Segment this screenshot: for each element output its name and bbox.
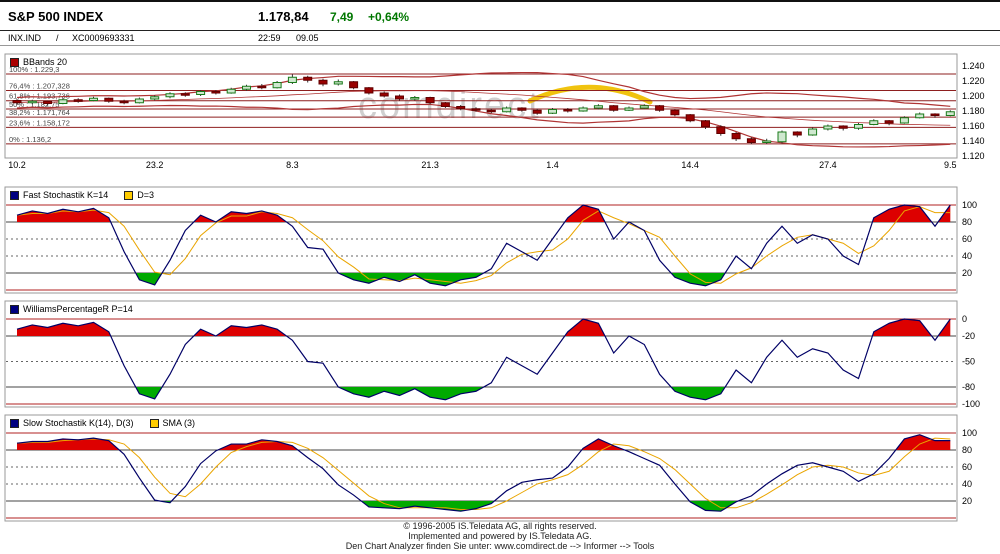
copyright-footer: © 1996-2005 IS.Teledata AG, all rights r…: [0, 521, 1000, 551]
slow-sma-swatch-icon: [150, 419, 159, 428]
fast-stochastic-chart: 100 80 60 40 20: [0, 185, 1000, 297]
williams-percent-r-chart: 0 -20 -50 -80 -100: [0, 299, 1000, 411]
instrument-symbol: INX.IND: [8, 33, 41, 43]
slow-k-legend-label: Slow Stochastik K(14), D(3): [23, 418, 134, 428]
svg-text:100: 100: [962, 200, 977, 210]
fast-k-swatch-icon: [10, 191, 19, 200]
fast-d-legend-label: D=3: [137, 190, 154, 200]
svg-text:40: 40: [962, 479, 972, 489]
bbands-legend: BBands 20: [10, 57, 67, 67]
svg-text:1.160: 1.160: [962, 121, 985, 131]
footer-line-3: Den Chart Analyzer finden Sie unter: www…: [0, 541, 1000, 551]
svg-text:1.220: 1.220: [962, 76, 985, 86]
svg-text:40: 40: [962, 251, 972, 261]
svg-text:1.140: 1.140: [962, 136, 985, 146]
svg-text:-80: -80: [962, 382, 975, 392]
footer-line-2: Implemented and powered by IS.Teledata A…: [0, 531, 1000, 541]
svg-text:10.2: 10.2: [8, 160, 26, 170]
bbands-swatch-icon: [10, 58, 19, 67]
svg-text:1.180: 1.180: [962, 106, 985, 116]
quote-date: 09.05: [296, 33, 319, 43]
williams-legend-label: WilliamsPercentageR P=14: [23, 304, 133, 314]
fast-stochastic-legend: Fast Stochastik K=14 D=3: [10, 190, 154, 200]
fast-k-legend-label: Fast Stochastik K=14: [23, 190, 108, 200]
svg-text:23.2: 23.2: [146, 160, 164, 170]
svg-text:1.4: 1.4: [546, 160, 559, 170]
williams-swatch-icon: [10, 305, 19, 314]
svg-text:27.4: 27.4: [819, 160, 837, 170]
svg-text:80: 80: [962, 217, 972, 227]
svg-text:14.4: 14.4: [681, 160, 699, 170]
svg-text:1.240: 1.240: [962, 61, 985, 71]
footer-line-1: © 1996-2005 IS.Teledata AG, all rights r…: [0, 521, 1000, 531]
main-price-chart: comdirect100% : 1.229,376,4% : 1.207,328…: [0, 46, 1000, 180]
instrument-subheader: INX.IND / XC0009693331 22:59 09.05: [0, 31, 1000, 46]
quote-time: 22:59: [258, 33, 281, 43]
price-change-percent: +0,64%: [368, 10, 409, 24]
svg-text:0: 0: [962, 314, 967, 324]
slow-stochastic-legend: Slow Stochastik K(14), D(3) SMA (3): [10, 418, 195, 428]
svg-text:80: 80: [962, 445, 972, 455]
fast-d-swatch-icon: [124, 191, 133, 200]
quote-header: S&P 500 INDEX 1.178,84 7,49 +0,64%: [0, 0, 1000, 31]
svg-text:21.3: 21.3: [421, 160, 439, 170]
svg-text:8.3: 8.3: [286, 160, 299, 170]
svg-text:60: 60: [962, 462, 972, 472]
svg-text:-20: -20: [962, 331, 975, 341]
bbands-legend-label: BBands 20: [23, 57, 67, 67]
svg-text:100: 100: [962, 428, 977, 438]
svg-text:-100: -100: [962, 399, 980, 409]
price-change: 7,49: [330, 10, 353, 24]
svg-text:38,2% : 1.171,764: 38,2% : 1.171,764: [9, 108, 70, 117]
slow-sma-legend-label: SMA (3): [163, 418, 196, 428]
svg-text:23,6% : 1.158,172: 23,6% : 1.158,172: [9, 118, 70, 127]
svg-text:20: 20: [962, 268, 972, 278]
svg-text:76,4% : 1.207,328: 76,4% : 1.207,328: [9, 82, 70, 91]
svg-text:1.120: 1.120: [962, 151, 985, 161]
svg-text:9.5: 9.5: [944, 160, 957, 170]
svg-text:20: 20: [962, 496, 972, 506]
last-price: 1.178,84: [258, 9, 309, 24]
instrument-isin: XC0009693331: [72, 33, 135, 43]
instrument-title: S&P 500 INDEX: [8, 9, 103, 24]
svg-text:1.200: 1.200: [962, 91, 985, 101]
symbol-separator: /: [56, 33, 59, 43]
svg-text:60: 60: [962, 234, 972, 244]
slow-k-swatch-icon: [10, 419, 19, 428]
williams-legend: WilliamsPercentageR P=14: [10, 304, 133, 314]
svg-text:0% : 1.136,2: 0% : 1.136,2: [9, 135, 51, 144]
svg-text:-50: -50: [962, 357, 975, 367]
slow-stochastic-chart: 100 80 60 40 20: [0, 413, 1000, 525]
